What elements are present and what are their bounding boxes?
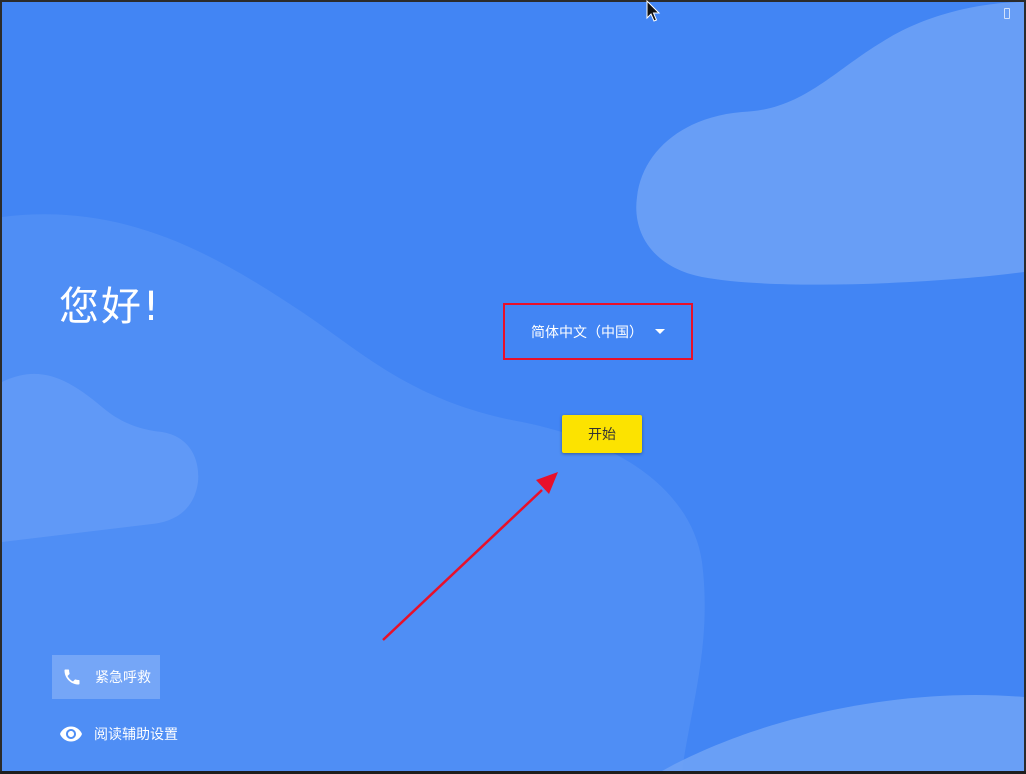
dropdown-caret-icon [655, 329, 665, 334]
accessibility-settings-button[interactable]: 阅读辅助设置 [56, 720, 178, 748]
language-select-value: 简体中文（中国） [531, 324, 643, 341]
greeting-title: 您好! [59, 284, 162, 330]
battery-icon [1004, 8, 1010, 19]
mouse-cursor-icon [646, 0, 661, 22]
setup-wizard-screen: 您好! 简体中文（中国） 开始 紧急呼救 阅读辅助设置 [2, 2, 1024, 771]
phone-icon [60, 665, 84, 689]
accessibility-settings-label: 阅读辅助设置 [94, 727, 178, 743]
emergency-call-label: 紧急呼救 [95, 670, 151, 686]
start-button[interactable]: 开始 [562, 415, 642, 453]
emergency-call-button[interactable]: 紧急呼救 [52, 655, 160, 699]
language-select[interactable]: 简体中文（中国） [503, 303, 693, 360]
eye-icon [56, 722, 86, 746]
